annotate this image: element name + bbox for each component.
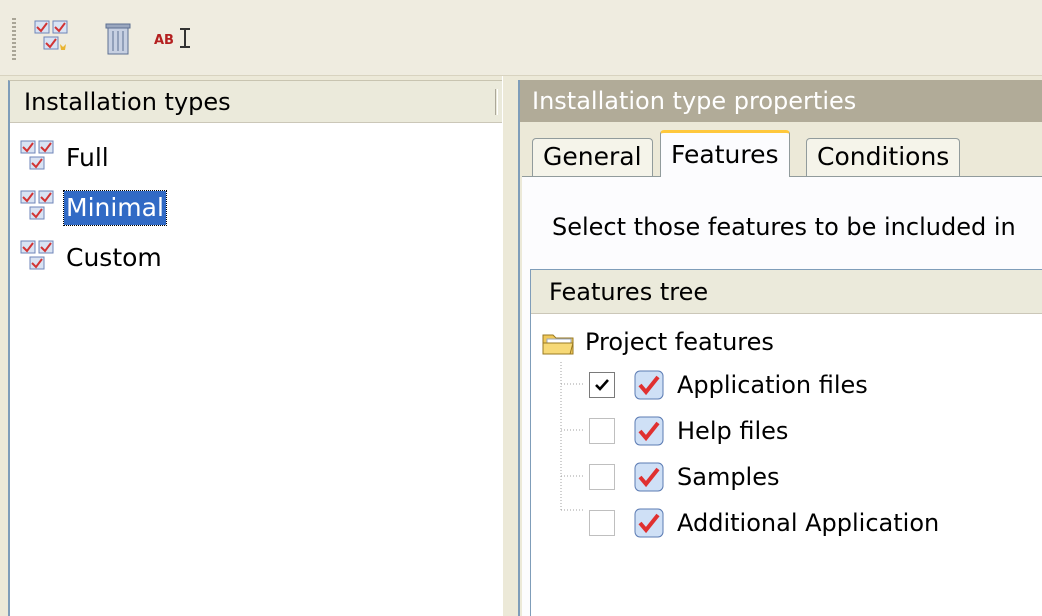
tree-connector-lines: [560, 362, 585, 511]
feature-row-samples[interactable]: Samples: [589, 454, 780, 500]
installation-types-list: Full Minimal Custom: [18, 133, 167, 283]
feature-checkbox[interactable]: [589, 510, 615, 536]
tab-features[interactable]: Features: [660, 130, 790, 177]
toolbar-grip[interactable]: [12, 18, 16, 60]
checkmark-icon: [595, 379, 609, 391]
feature-label: Additional Application: [677, 509, 940, 537]
installation-types-header-label: Installation types: [24, 88, 231, 116]
features-tree: Features tree Project features Applicati…: [530, 269, 1042, 616]
checklist-icon: [20, 240, 54, 270]
feature-label: Help files: [677, 417, 789, 445]
feature-check-icon: [634, 462, 664, 492]
add-installation-type-button[interactable]: [28, 14, 76, 62]
installation-type-properties-pane: Installation type properties General Fea…: [518, 80, 1042, 616]
toolbar: AB: [0, 0, 1042, 76]
svg-text:AB: AB: [154, 33, 174, 48]
delete-button[interactable]: [94, 14, 142, 62]
installation-types-pane: Installation types Full Minimal Custom: [8, 80, 502, 616]
tree-root-label: Project features: [585, 328, 774, 356]
feature-checkbox[interactable]: [589, 418, 615, 444]
tree-root-project-features[interactable]: Project features: [541, 322, 774, 362]
features-tree-header[interactable]: Features tree: [531, 270, 1042, 314]
properties-tabs: General Features Conditions: [532, 130, 1042, 177]
installation-type-minimal[interactable]: Minimal: [18, 183, 167, 233]
installation-type-full[interactable]: Full: [18, 133, 166, 183]
feature-check-icon: [634, 370, 664, 400]
tab-conditions[interactable]: Conditions: [806, 138, 961, 176]
installation-type-label: Full: [66, 143, 109, 172]
features-instruction: Select those features to be included in: [552, 213, 1016, 241]
properties-header: Installation type properties: [520, 80, 1042, 122]
feature-row-help-files[interactable]: Help files: [589, 408, 788, 454]
feature-label: Application files: [677, 371, 868, 399]
feature-label: Samples: [677, 463, 780, 491]
feature-checkbox[interactable]: [589, 464, 615, 490]
column-resize-handle[interactable]: [495, 89, 498, 115]
folder-open-icon: [542, 334, 574, 355]
installation-type-label: Custom: [66, 243, 162, 272]
feature-row-application-files[interactable]: Application files: [589, 362, 868, 408]
tab-general[interactable]: General: [532, 138, 653, 176]
feature-checkbox[interactable]: [589, 372, 615, 398]
pane-splitter[interactable]: [502, 76, 518, 616]
features-tab-panel: Select those features to be included in …: [522, 176, 1042, 616]
feature-row-additional-application[interactable]: Additional Application: [589, 500, 939, 546]
add-checklist-icon: [34, 20, 68, 50]
checklist-icon: [20, 140, 54, 170]
installation-type-custom[interactable]: Custom: [18, 233, 166, 283]
rename-icon: AB: [154, 28, 190, 48]
feature-check-icon: [634, 508, 664, 538]
checklist-icon: [20, 190, 54, 220]
trash-icon: [105, 23, 131, 55]
feature-check-icon: [634, 416, 664, 446]
rename-button[interactable]: AB: [150, 14, 198, 62]
installation-types-header[interactable]: Installation types: [10, 81, 502, 123]
installation-type-label: Minimal: [63, 190, 167, 226]
